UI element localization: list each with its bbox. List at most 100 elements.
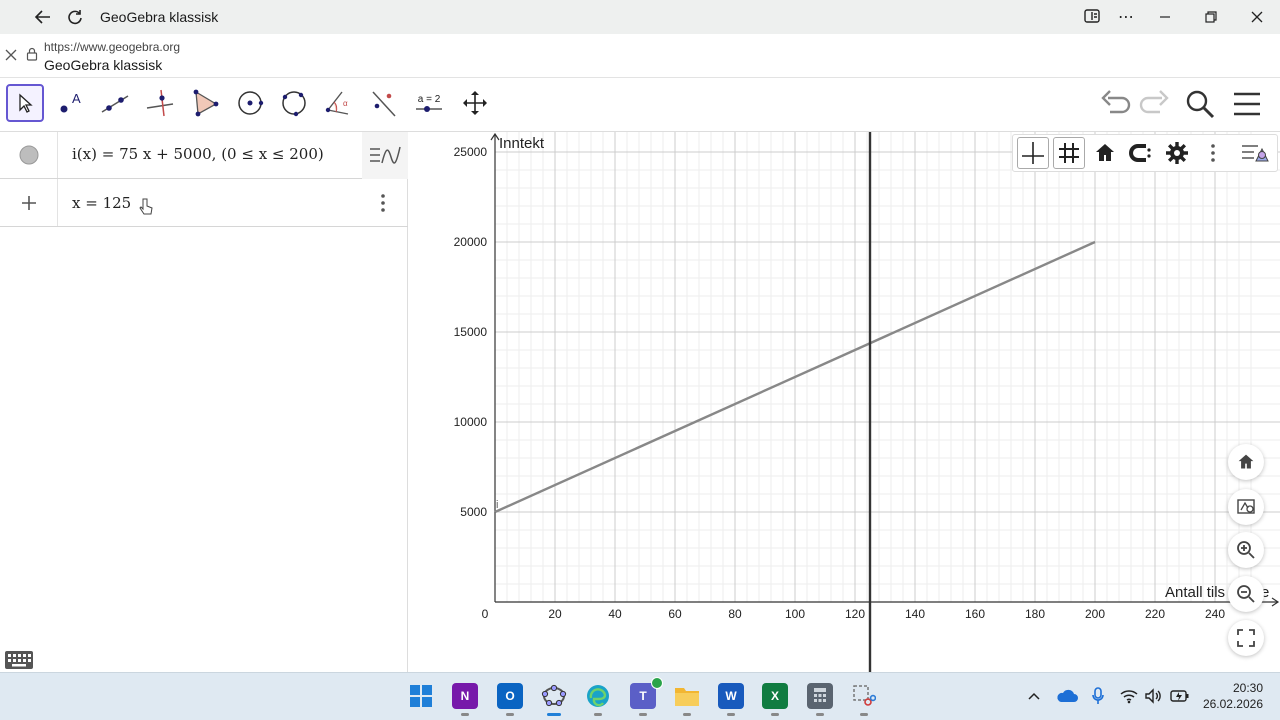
point-capturing-button[interactable] (1125, 137, 1157, 169)
style-bar-icon (1242, 145, 1269, 162)
taskbar-app-edge[interactable] (585, 683, 611, 709)
graphics-settings-button[interactable] (1161, 137, 1193, 169)
reload-button[interactable] (60, 0, 90, 34)
show-axes-button[interactable] (1017, 137, 1049, 169)
reader-view-button[interactable] (1078, 0, 1106, 34)
taskbar-app-onenote[interactable]: N (452, 683, 478, 709)
taskbar-app-windows-start[interactable] (408, 683, 434, 709)
visibility-toggle[interactable] (0, 132, 58, 178)
graphics-view[interactable]: 0 20 40 60 80 100 120 140 160 180 200 220 240 5000 100… (415, 132, 1280, 672)
y-tick-label: 10000 (454, 415, 488, 429)
taskbar-running-indicator (683, 713, 691, 716)
reflect-icon (372, 91, 396, 117)
move-graphics-tool-button[interactable] (456, 84, 494, 122)
input-expression[interactable]: x = 125 (72, 194, 131, 212)
circle-three-points-icon (282, 91, 306, 117)
folder-icon (675, 688, 699, 706)
minimize-button[interactable] (1150, 0, 1180, 34)
algebra-row-function[interactable]: i(x) = 75 x + 5000, (0 ≤ x ≤ 200) (0, 132, 408, 179)
taskbar-app-word[interactable]: W (718, 683, 744, 709)
geogebra-toolbar: A α a = 2 (0, 78, 1280, 132)
hamburger-menu-icon (1234, 92, 1260, 116)
windows-logo-icon (410, 685, 432, 707)
graphics-view-settings-button[interactable] (1228, 489, 1264, 525)
y-tick-label: 5000 (460, 505, 487, 519)
volume-icon[interactable] (1144, 688, 1164, 709)
battery-icon[interactable] (1170, 688, 1190, 709)
circle-three-points-tool-button[interactable] (275, 84, 313, 122)
fullscreen-button[interactable] (1228, 620, 1264, 656)
reflect-tool-button[interactable] (365, 84, 403, 122)
standard-view-button[interactable] (1089, 137, 1121, 169)
page-title: GeoGebra klassisk (44, 57, 163, 73)
show-grid-button[interactable] (1053, 137, 1085, 169)
x-tick-label: 20 (548, 607, 562, 621)
url-text[interactable]: https://www.geogebra.org (44, 40, 180, 54)
function-definition[interactable]: i(x) = 75 x + 5000, (0 ≤ x ≤ 200) (72, 145, 324, 163)
back-button[interactable] (28, 0, 58, 34)
x-tick-label: 100 (785, 607, 805, 621)
search-icon (1186, 90, 1215, 119)
graphics-more-button[interactable] (1197, 137, 1229, 169)
snipping-tool-icon (853, 685, 876, 706)
slider-icon: a = 2 (415, 94, 443, 113)
special-points-icon (370, 146, 401, 164)
line-tool-button[interactable] (96, 84, 134, 122)
row-more-button[interactable] (374, 193, 392, 218)
add-item-button[interactable] (0, 179, 58, 226)
more-options-button[interactable]: ⋯ (1112, 0, 1140, 34)
algebra-view: i(x) = 75 x + 5000, (0 ≤ x ≤ 200) x = 12… (0, 132, 408, 672)
redo-button[interactable] (1138, 90, 1170, 125)
point-tool-button[interactable]: A (51, 84, 89, 122)
taskbar-app-snipping-tool[interactable] (851, 683, 877, 709)
angle-tool-button[interactable]: α (320, 84, 358, 122)
zoom-in-button[interactable] (1228, 532, 1264, 568)
circle-center-tool-button[interactable] (231, 84, 269, 122)
polygon-tool-button[interactable] (186, 84, 224, 122)
move-cross-arrows-icon (463, 91, 487, 115)
more-horizontal-icon: ⋯ (1118, 9, 1134, 26)
clock-time[interactable]: 20:30 (1203, 681, 1263, 695)
function-label: i (496, 499, 498, 511)
search-button[interactable] (1184, 88, 1216, 125)
taskbar-running-indicator (594, 713, 602, 716)
perpendicular-line-tool-button[interactable] (141, 84, 179, 122)
taskbar-running-indicator (461, 713, 469, 716)
taskbar-app-calculator[interactable] (807, 683, 833, 709)
restore-button[interactable] (1196, 0, 1226, 34)
taskbar-app-geogebra[interactable] (541, 683, 567, 709)
main-menu-button[interactable] (1232, 90, 1262, 123)
wifi-icon[interactable] (1120, 688, 1138, 709)
line-icon (101, 95, 129, 113)
move-tool-button[interactable] (6, 84, 44, 122)
y-tick-label: 15000 (454, 325, 488, 339)
taskbar-running-indicator (727, 713, 735, 716)
onedrive-icon[interactable] (1056, 688, 1078, 709)
home-view-button[interactable] (1228, 444, 1264, 480)
close-tab-button[interactable] (4, 48, 18, 67)
taskbar-app-teams[interactable]: T (630, 677, 663, 709)
geogebra-logo-icon (541, 684, 567, 707)
show-hidden-icons-button[interactable] (1026, 688, 1042, 709)
zoom-out-button[interactable] (1228, 576, 1264, 612)
redo-icon (1139, 90, 1169, 114)
visibility-dot-icon (19, 145, 38, 165)
taskbar-running-indicator (771, 713, 779, 716)
magnet-icon (1129, 144, 1151, 162)
special-points-button[interactable] (362, 132, 408, 179)
taskbar-app-excel[interactable]: X (762, 683, 788, 709)
clock-date[interactable]: 26.02.2026 (1193, 697, 1263, 711)
toggle-style-bar-button[interactable] (1239, 137, 1271, 169)
x-tick-label: 220 (1145, 607, 1165, 621)
chart[interactable]: 0 20 40 60 80 100 120 140 160 180 200 220 240 5000 100… (415, 132, 1280, 672)
taskbar-app-file-explorer[interactable] (674, 683, 700, 709)
algebra-row-input[interactable]: x = 125 (0, 179, 408, 227)
taskbar-app-outlook[interactable]: O (497, 683, 523, 709)
more-vertical-icon (381, 194, 385, 212)
close-window-button[interactable] (1242, 0, 1272, 34)
taskbar-app-word-glyph: W (725, 689, 737, 703)
back-arrow-icon (34, 10, 50, 24)
microphone-icon[interactable] (1091, 687, 1105, 710)
slider-tool-button[interactable]: a = 2 (410, 84, 448, 122)
undo-button[interactable] (1100, 90, 1132, 125)
